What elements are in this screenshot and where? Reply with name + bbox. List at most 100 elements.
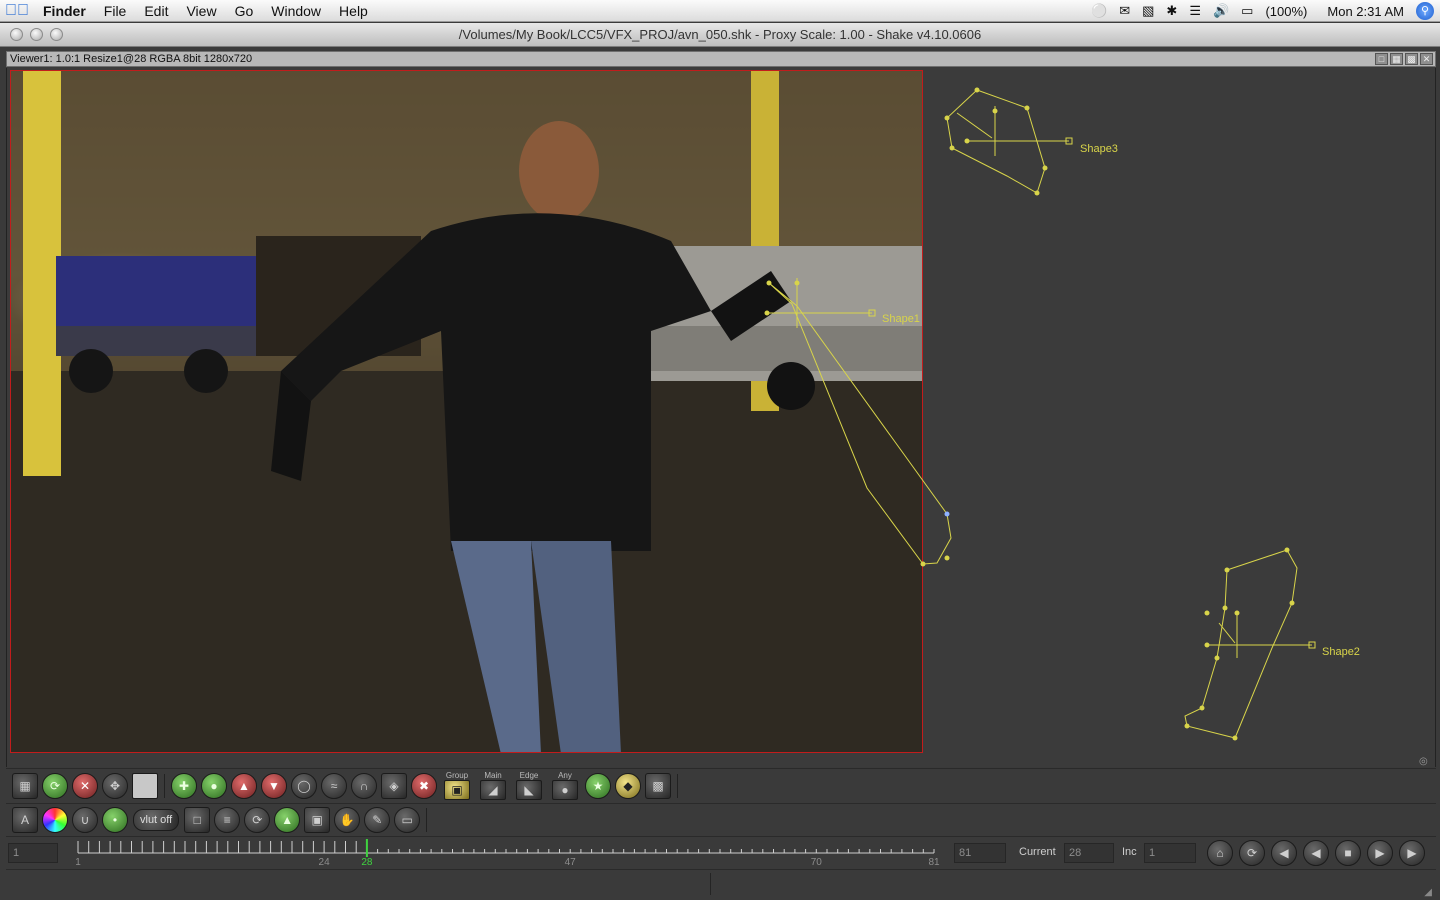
move-icon[interactable]: ✥ [102, 772, 128, 799]
bluetooth-icon[interactable]: ✱ [1166, 3, 1177, 19]
volume-icon[interactable]: 🔊 [1213, 3, 1229, 19]
all-points-icon[interactable]: ◯ [291, 772, 317, 799]
prev-key-icon[interactable]: ◀ [1271, 840, 1297, 866]
any-icon[interactable]: ● [552, 780, 578, 800]
viewer-header: Viewer1: 1.0:1 Resize1@28 RGBA 8bit 1280… [6, 51, 1436, 67]
channel-a-label: A [20, 812, 29, 827]
edge-toggle[interactable]: Edge ◣ [514, 771, 544, 800]
window-titlebar[interactable]: /Volumes/My Book/LCC5/VFX_PROJ/avn_050.s… [0, 23, 1440, 47]
viewer-header-buttons: □ ▦ ▩ ✕ [1373, 53, 1433, 65]
select-shape-icon[interactable]: ● [201, 772, 227, 799]
histogram-icon[interactable]: ≡ [214, 806, 241, 833]
wifi-icon[interactable]: ☰ [1189, 3, 1201, 19]
battery-percent: (100%) [1265, 3, 1308, 19]
any-toggle[interactable]: Any ● [550, 771, 580, 800]
remove-keys-icon[interactable]: ✕ [72, 772, 98, 799]
main-icon[interactable]: ◢ [480, 780, 506, 800]
zoom-window-button[interactable] [50, 28, 63, 41]
color-swatch[interactable] [132, 772, 158, 799]
playback-controls: ⌂ ⟳ ◀ ◀ ■ ▶ ▶ [1204, 840, 1428, 866]
color-wheel-icon[interactable] [42, 806, 68, 833]
timeline-tick-label: 24 [319, 857, 331, 868]
viewer-close-icon[interactable]: ✕ [1420, 53, 1433, 65]
home-icon[interactable]: ⌂ [1207, 840, 1233, 866]
delete-point-icon[interactable]: ▼ [261, 772, 287, 799]
apple-icon[interactable]:  [0, 2, 34, 20]
window-title: /Volumes/My Book/LCC5/VFX_PROJ/avn_050.s… [458, 27, 982, 42]
play-backward-icon[interactable]: ◀ [1303, 840, 1329, 866]
menubar-clock[interactable]: Mon 2:31 AM [1327, 4, 1404, 19]
autokey-icon[interactable]: ◆ [615, 772, 641, 799]
menu-go[interactable]: Go [226, 0, 263, 22]
loop-icon[interactable]: ⟳ [1239, 840, 1265, 866]
menu-edit[interactable]: Edit [135, 0, 177, 22]
stop-icon[interactable]: ■ [1335, 840, 1361, 866]
refresh-icon[interactable]: ⟳ [244, 806, 271, 833]
menu-window[interactable]: Window [262, 0, 330, 22]
close-window-button[interactable] [10, 28, 23, 41]
timebar: 1 1 24 28 47 70 81 81 Current 28 Inc 1 ⌂ ⟳ ◀ … [6, 836, 1436, 868]
hand-icon[interactable]: ✋ [334, 806, 361, 833]
next-key-icon[interactable]: ▶ [1399, 840, 1425, 866]
cycle-icon[interactable]: ⟳ [42, 772, 68, 799]
shape1-label[interactable]: Shape1 [882, 313, 920, 325]
shape2-label[interactable]: Shape2 [1322, 646, 1360, 658]
current-frame-field[interactable]: 28 [1064, 843, 1114, 863]
menu-help[interactable]: Help [330, 0, 377, 22]
group-icon[interactable]: ▣ [444, 780, 470, 800]
mail-icon[interactable]: ✉ [1119, 3, 1130, 19]
curve-icon[interactable]: ∩ [351, 772, 377, 799]
lut-toggle-icon[interactable]: • [102, 806, 128, 833]
separator [426, 807, 428, 832]
add-shape-icon[interactable]: ✚ [171, 772, 197, 799]
edge-label: Edge [519, 771, 539, 780]
script-icon[interactable]: ✎ [364, 806, 391, 833]
channel-a-button[interactable]: A [12, 806, 38, 833]
menu-view[interactable]: View [177, 0, 225, 22]
group-label: Group [445, 771, 469, 780]
timeline-tick-label: 1 [75, 857, 81, 868]
update-icon[interactable]: ▲ [274, 806, 301, 833]
fit-icon[interactable]: ▣ [304, 806, 331, 833]
key-icon[interactable]: ★ [585, 772, 611, 799]
window-controls [10, 28, 70, 41]
timeline-tick-label: 81 [928, 857, 940, 868]
tangent-icon[interactable]: ◈ [381, 772, 407, 799]
viewer-resize-icon[interactable]: ◎ [1419, 756, 1428, 767]
spotlight-icon[interactable]: ⚲ [1416, 2, 1434, 20]
window-resize-icon[interactable]: ◢ [1424, 887, 1432, 898]
viewer-expand-icon[interactable]: ▦ [1390, 53, 1403, 65]
break-tangent-icon[interactable]: ✖ [411, 772, 437, 799]
inc-label: Inc [1122, 846, 1137, 858]
grid-icon[interactable]: ▦ [12, 772, 38, 799]
play-forward-icon[interactable]: ▶ [1367, 840, 1393, 866]
keyboard-icon[interactable]: ▧ [1142, 3, 1154, 19]
inc-field[interactable]: 1 [1144, 843, 1196, 863]
viewer-canvas[interactable]: Shape3 Shape1 Shape2 ◎ [6, 68, 1436, 767]
insert-point-icon[interactable]: ▲ [231, 772, 257, 799]
minimize-window-button[interactable] [30, 28, 43, 41]
menu-file[interactable]: File [95, 0, 136, 22]
vlut-button[interactable]: vlut off [133, 808, 180, 831]
timeline-ruler[interactable]: 1 24 28 47 70 81 [66, 837, 946, 869]
viewer-detach-icon[interactable]: □ [1375, 53, 1388, 65]
shape3-label[interactable]: Shape3 [1080, 143, 1118, 155]
main-toggle[interactable]: Main ◢ [478, 771, 508, 800]
smooth-icon[interactable]: ≈ [321, 772, 347, 799]
viewer-layout-icon[interactable]: ▩ [1405, 53, 1418, 65]
edge-icon[interactable]: ◣ [516, 780, 542, 800]
any-label: Any [558, 771, 572, 780]
start-frame-field[interactable]: 1 [8, 843, 58, 863]
lock-icon[interactable]: ▩ [645, 772, 671, 799]
battery-icon[interactable]: ▭ [1241, 3, 1253, 19]
status-divider [710, 873, 711, 895]
menu-app-name[interactable]: Finder [34, 0, 95, 22]
magnet-icon[interactable]: ∪ [72, 806, 98, 833]
overlay-icon[interactable]: ▭ [394, 806, 421, 833]
sync-icon[interactable]: ⚪ [1091, 3, 1107, 19]
group-toggle[interactable]: Group ▣ [442, 771, 472, 800]
timeline-tick-label: 47 [565, 857, 577, 868]
menubar-extras: ⚪ ✉ ▧ ✱ ☰ 🔊 ▭ (100%) Mon 2:31 AM ⚲ [1085, 0, 1440, 22]
region-icon[interactable]: □ [184, 806, 211, 833]
end-frame-field[interactable]: 81 [954, 843, 1006, 863]
